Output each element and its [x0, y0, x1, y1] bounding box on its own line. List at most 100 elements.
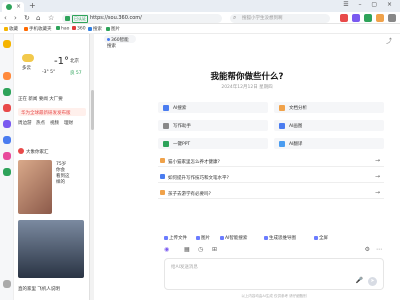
app-favorites-icon[interactable]: [3, 40, 11, 48]
news-caption[interactable]: 直的家里 飞机人说明: [18, 286, 60, 292]
tool-label: AI智能搜索: [225, 236, 248, 241]
quick-action-label: 一键PPT: [173, 142, 191, 147]
tag-item[interactable]: 热点: [36, 120, 45, 126]
upload-icon: [164, 235, 168, 240]
suggestion-item[interactable]: 孩子去游学有必要吗? →: [158, 188, 384, 199]
bookmark-item[interactable]: 图片: [106, 26, 120, 32]
bookmark-item[interactable]: 搜索: [88, 26, 102, 32]
fullscreen-tool-button[interactable]: 全屏: [314, 235, 328, 241]
news-image[interactable]: [18, 220, 84, 278]
menu-icon[interactable]: [388, 14, 396, 22]
bookmark-item[interactable]: 收藏: [4, 26, 18, 32]
send-button[interactable]: ➤: [368, 277, 377, 286]
weather-label: 多云: [22, 66, 31, 71]
window-controls[interactable]: ☰ – ▢ ×: [343, 1, 396, 8]
share-icon[interactable]: ⤴: [386, 36, 392, 45]
address-bar[interactable]: 已认证 https://sou.360.com/: [62, 14, 222, 23]
ai-search-chip[interactable]: 360智能搜索: [104, 35, 136, 49]
tag-item[interactable]: 视频: [50, 120, 59, 126]
settings-icon[interactable]: [3, 280, 11, 288]
quick-action-ai-search[interactable]: AI搜索: [158, 102, 268, 113]
cloud-icon: [22, 54, 34, 62]
tag-item[interactable]: 周边游: [18, 120, 32, 126]
refresh-icon[interactable]: ↻: [24, 14, 30, 22]
author-name[interactable]: 大象你家汇: [26, 149, 49, 155]
city[interactable]: 北京: [70, 58, 79, 64]
bookmark-label: 收藏: [9, 27, 18, 32]
grid-icon[interactable]: ▦: [184, 246, 190, 253]
input-options-row: ◉ ▦ ◷ ⊞ ⚙ ⋯: [164, 246, 384, 254]
ai-search-tool-button[interactable]: AI智能搜索: [220, 235, 247, 241]
extension-icon[interactable]: [364, 14, 372, 22]
suggestion-item[interactable]: 如何提升写作技巧和文笔水平? →: [158, 172, 384, 183]
aqi-badge: 良 57: [70, 71, 82, 76]
app-shop-icon[interactable]: [3, 152, 11, 160]
quick-action-ppt[interactable]: 一键PPT: [158, 138, 268, 149]
extension-icon[interactable]: [340, 14, 348, 22]
quick-action-label: 文档分析: [289, 106, 307, 111]
hot-headline-bar[interactable]: 华为全球最新研发发布版: [18, 108, 86, 116]
search-icon: ⌕: [233, 14, 237, 21]
bookmark-label: hao: [61, 26, 70, 32]
pen-icon: [163, 122, 169, 129]
tool-label: 生成思维导图: [269, 236, 296, 241]
quick-action-label: 写作助手: [173, 124, 191, 129]
bookmark-icon: [4, 26, 8, 31]
bookmark-icon: [72, 26, 76, 30]
app-music-icon[interactable]: [3, 168, 11, 176]
forward-icon[interactable]: ›: [14, 14, 17, 22]
new-tab-button[interactable]: +: [29, 1, 36, 10]
app-game-icon[interactable]: [3, 120, 11, 128]
quick-action-translate[interactable]: AI翻译: [274, 138, 384, 149]
tab-close-icon[interactable]: ×: [16, 3, 21, 10]
quick-action-writing[interactable]: 写作助手: [158, 120, 268, 131]
image-tool-button[interactable]: 图片: [196, 235, 210, 241]
bookmark-icon: [24, 26, 28, 31]
home-icon[interactable]: ⌂: [36, 14, 40, 22]
browser-search-box[interactable]: ⌕ 搜狐小学生没想到啊: [230, 14, 330, 23]
tool-label: 图片: [201, 236, 210, 241]
upload-file-button[interactable]: 上传文件: [164, 235, 187, 241]
news-image[interactable]: [18, 160, 52, 214]
tag-item[interactable]: 理财: [64, 120, 73, 126]
model-select-icon[interactable]: ◉: [164, 246, 169, 253]
arrow-right-icon: →: [374, 173, 380, 180]
extension-icon[interactable]: [352, 14, 360, 22]
attach-icon[interactable]: ⊞: [212, 246, 217, 253]
quick-action-ai-drawing[interactable]: AI画图: [274, 120, 384, 131]
bookmark-icon: [106, 26, 110, 31]
app-weather-icon[interactable]: [3, 72, 11, 80]
settings-icon[interactable]: ⚙: [365, 246, 370, 253]
arrow-right-icon: →: [374, 157, 380, 164]
news-title[interactable]: 75岁 你会 看到这 样的: [56, 162, 70, 186]
back-icon[interactable]: ‹: [4, 14, 7, 22]
security-shield-icon: [65, 16, 70, 21]
mindmap-tool-button[interactable]: 生成思维导图: [264, 235, 296, 241]
logo-icon: [107, 37, 110, 41]
bookmark-item[interactable]: 360: [72, 26, 86, 32]
input-placeholder: 给AI发送消息: [171, 265, 198, 270]
disclaimer: 以上内容均由AI生成 仅供参考 请仔细甄别: [241, 294, 307, 298]
suggestion-text: 孩子去游学有必要吗?: [168, 192, 211, 197]
app-news-icon[interactable]: [3, 88, 11, 96]
app-mail-icon[interactable]: [3, 136, 11, 144]
more-icon[interactable]: ⋯: [376, 246, 382, 253]
search-placeholder: 搜狐小学生没想到啊: [242, 16, 283, 21]
chat-input[interactable]: 给AI发送消息 🎤 ➤: [164, 258, 384, 290]
star-icon[interactable]: ☆: [48, 14, 54, 22]
extension-icon[interactable]: [376, 14, 384, 22]
app-video-icon[interactable]: [3, 104, 11, 112]
panel-nav[interactable]: 正在 新闻 要闻 大厂要: [18, 96, 63, 102]
suggestion-item[interactable]: 猫小猫家里怎么养才健康? →: [158, 156, 384, 167]
image-icon: [196, 235, 200, 240]
bookmark-item[interactable]: 手机收藏夹: [24, 26, 52, 32]
history-icon[interactable]: ◷: [198, 246, 203, 253]
url-text[interactable]: https://sou.360.com/: [90, 15, 142, 21]
image-icon: [279, 122, 285, 129]
temperature: -1°: [54, 56, 69, 67]
microphone-icon[interactable]: 🎤: [356, 277, 363, 284]
tab-active[interactable]: ×: [2, 2, 24, 12]
bookmark-item[interactable]: hao: [56, 26, 69, 32]
tool-label: 上传文件: [169, 236, 187, 241]
quick-action-doc-analysis[interactable]: 文档分析: [274, 102, 384, 113]
